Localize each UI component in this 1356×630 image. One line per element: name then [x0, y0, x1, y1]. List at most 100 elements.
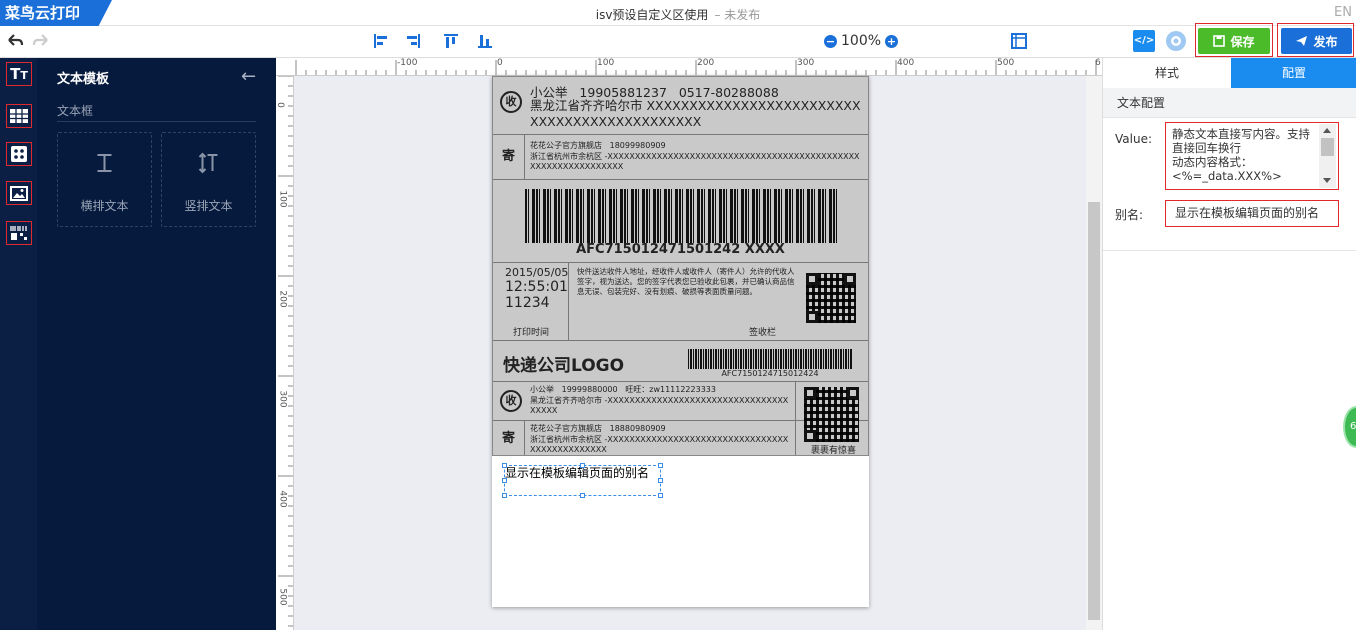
- scroll-up-icon[interactable]: [1323, 128, 1331, 133]
- sender-section: 寄 花花公子官方旗舰店 18099980909 浙江省杭州市余杭区 -XXXXX…: [493, 135, 868, 180]
- barcode-tool-icon[interactable]: [6, 221, 32, 245]
- sender-name: 花花公子官方旗舰店 18099980909: [530, 141, 666, 150]
- scroll-down-icon[interactable]: [1323, 178, 1331, 183]
- publish-status: – 未发布: [714, 8, 761, 22]
- image-tool-icon[interactable]: [6, 181, 32, 205]
- ruler-mark: 200: [277, 290, 288, 308]
- component-rail: TT: [0, 58, 37, 630]
- zoom-out-button[interactable]: −: [824, 34, 837, 48]
- selected-text-content[interactable]: 显示在模板编辑页面的别名: [505, 464, 649, 481]
- back-arrow-icon[interactable]: ←: [241, 66, 256, 87]
- qr-caption: 裹裹有惊喜: [811, 446, 857, 456]
- zoom-control: − 100% +: [824, 33, 899, 49]
- language-switch[interactable]: EN: [1334, 5, 1352, 20]
- secondary-barcode: [688, 349, 852, 369]
- ruler-mark: 300: [797, 58, 815, 68]
- sign-label: 签收栏: [749, 328, 777, 338]
- zoom-in-button[interactable]: +: [885, 34, 899, 48]
- qr-divider: [795, 382, 796, 455]
- alias-label: 别名:: [1115, 208, 1144, 222]
- zoom-level: 100%: [841, 33, 882, 49]
- resize-handle[interactable]: [658, 478, 663, 483]
- panel-title: 文本模板: [57, 72, 110, 87]
- value-textarea[interactable]: 静态文本直接写内容。支持直接回车换行 动态内容格式： <%=_data.XXX%…: [1165, 122, 1339, 190]
- ruler-vertical: 0 100 200 300 400 500: [276, 76, 294, 630]
- horizontal-text-label: 横排文本: [80, 199, 129, 213]
- ruler-mark: 0: [497, 58, 503, 68]
- barcode-section: AFC715012471501242 XXXX: [493, 180, 868, 263]
- sender2-icon: 寄: [493, 421, 525, 455]
- qr-finder: [804, 387, 816, 399]
- resize-handle[interactable]: [502, 463, 507, 468]
- main-barcode: [525, 189, 837, 243]
- horizontal-text-icon: [97, 154, 112, 172]
- ruler-mark: 0: [276, 102, 285, 108]
- delivery-notice: 快件送达收件人地址，经收件人或收件人（寄件人）允许的代收人签字，视为送达。您的签…: [577, 267, 795, 296]
- resize-handle[interactable]: [502, 493, 507, 498]
- resize-handle[interactable]: [502, 478, 507, 483]
- vertical-text-card[interactable]: 竖排文本: [161, 132, 256, 227]
- resize-handle[interactable]: [658, 493, 663, 498]
- ruler-horizontal: -100 0 100 200 300 400 500 6: [276, 58, 1102, 76]
- ruler-mark: 6: [1095, 58, 1101, 68]
- send-icon: [1296, 36, 1308, 46]
- ruler-mark: 400: [897, 58, 915, 68]
- sender2-address: 浙江省杭州市余杭区 -XXXXXXXXXXXXXXXXXXXXXXXXXXXXX…: [530, 435, 789, 454]
- company-logo: 快递公司LOGO: [503, 356, 625, 376]
- publish-label: 发布: [1313, 34, 1338, 49]
- align-right-icon[interactable]: [404, 32, 422, 50]
- logo-section: 快递公司LOGO AFC7150124715012424: [493, 341, 868, 382]
- toolbar: </>: [0, 26, 1356, 58]
- receiver2-icon: 收: [500, 390, 522, 412]
- vertical-text-label: 竖排文本: [184, 199, 233, 213]
- tab-config[interactable]: 配置: [1231, 58, 1356, 88]
- ruler-mark: 400: [277, 490, 288, 508]
- receiver-address: 黑龙江省齐齐哈尔市 XXXXXXXXXXXXXXXXXXXXXXXXXXXXXX…: [530, 98, 861, 129]
- ruler-mark: 500: [997, 58, 1015, 68]
- ruler-toggle-icon[interactable]: [1010, 32, 1028, 50]
- resize-handle[interactable]: [580, 493, 585, 498]
- dice-tool-icon[interactable]: [6, 142, 32, 166]
- panel-divider: [57, 121, 256, 122]
- save-button[interactable]: 保存: [1198, 28, 1270, 54]
- qr-finder: [804, 430, 816, 442]
- undo-icon[interactable]: [6, 32, 24, 50]
- qr-finder: [806, 273, 818, 285]
- properties-panel: 样式 配置 文本配置 Value: 静态文本直接写内容。支持直接回车换行 动态内…: [1102, 58, 1356, 630]
- print-clock: 12:55:01: [505, 279, 568, 295]
- textarea-scroll-thumb[interactable]: [1321, 138, 1334, 156]
- barcode-number: AFC715012471501242 XXXX: [576, 242, 785, 257]
- qr-finder: [847, 387, 859, 399]
- table-tool-icon[interactable]: [6, 104, 32, 128]
- align-bottom-icon[interactable]: [476, 32, 494, 50]
- redo-icon[interactable]: [32, 32, 50, 50]
- code-view-icon[interactable]: </>: [1133, 30, 1155, 52]
- print-date: 2015/05/05: [505, 266, 569, 279]
- align-left-icon[interactable]: [372, 32, 390, 50]
- receiver2-name: 小公举 19999880000 旺旺：zw11112223333: [530, 385, 716, 394]
- alias-input[interactable]: 显示在模板编辑页面的别名: [1165, 200, 1339, 227]
- ruler-mark: 500: [277, 588, 288, 606]
- ruler-mark: 100: [277, 190, 288, 208]
- document-title: isv预设自定义区使用 – 未发布: [0, 6, 1356, 23]
- qr-finder: [806, 311, 818, 323]
- receiver-icon: 收: [500, 91, 522, 113]
- align-top-icon[interactable]: [442, 32, 460, 50]
- horizontal-text-card[interactable]: 横排文本: [57, 132, 152, 227]
- vertical-text-icon: [198, 152, 218, 174]
- ruler-mark: 100: [597, 58, 615, 68]
- panel-subtitle: 文本框: [57, 102, 94, 122]
- text-tool-icon[interactable]: TT: [6, 62, 32, 86]
- print-time-label: 打印时间: [513, 328, 550, 338]
- canvas-scroll-thumb[interactable]: [1088, 202, 1100, 620]
- resize-handle[interactable]: [580, 463, 585, 468]
- textarea-scrollbar[interactable]: [1319, 124, 1336, 188]
- text-config-section-title: 文本配置: [1103, 88, 1356, 118]
- secondary-barcode-number: AFC7150124715012424: [721, 369, 819, 378]
- tab-style[interactable]: 样式: [1103, 58, 1231, 88]
- ruler-mark: 300: [277, 390, 288, 408]
- resize-handle[interactable]: [658, 463, 663, 468]
- publish-button[interactable]: 发布: [1281, 28, 1352, 54]
- time-block: 2015/05/05 12:55:01 11234 打印时间: [493, 263, 569, 340]
- preview-eye-icon[interactable]: [1163, 29, 1189, 53]
